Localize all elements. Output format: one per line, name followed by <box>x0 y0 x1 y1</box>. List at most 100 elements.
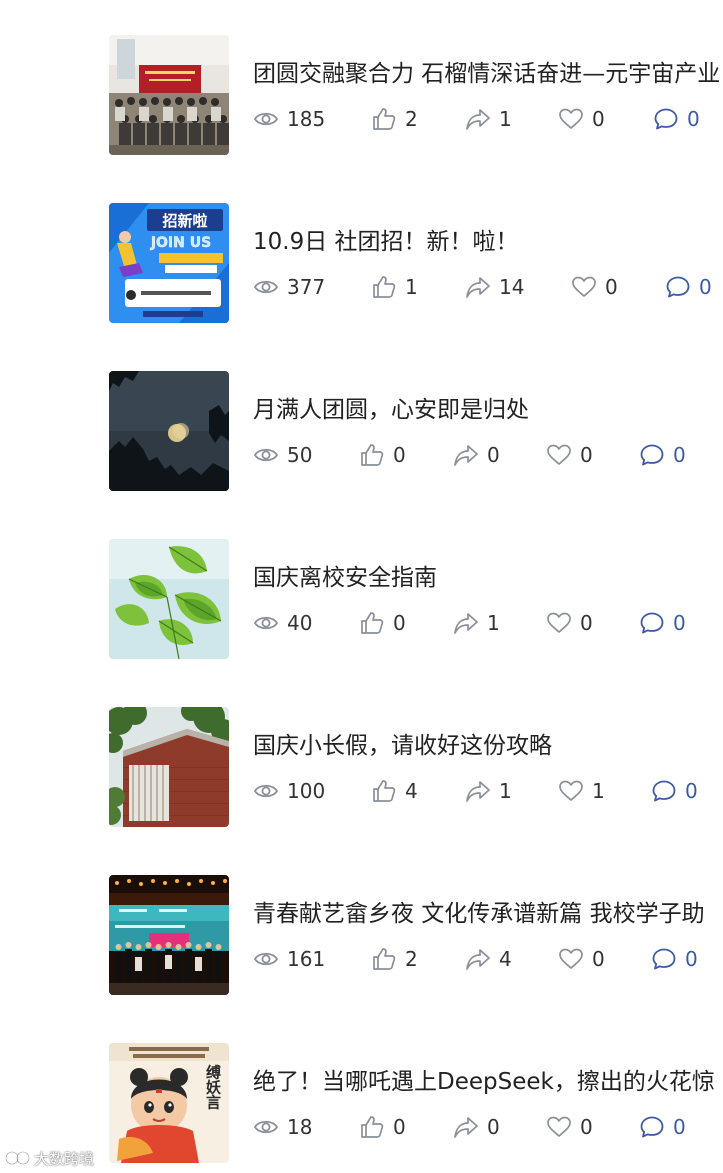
favorite-button[interactable]: 0 <box>546 608 593 638</box>
article-thumbnail[interactable] <box>109 707 229 827</box>
article-title[interactable]: 国庆离校安全指南 <box>253 562 723 594</box>
favorite-button[interactable]: 0 <box>558 944 605 974</box>
like-button[interactable]: 1 <box>371 272 418 302</box>
heart-icon <box>559 108 583 129</box>
article-thumbnail[interactable]: 招新啦 JOIN US <box>109 203 229 323</box>
article-title[interactable]: 青春献艺畲乡夜 文化传承谱新篇 我校学子助 <box>253 898 723 930</box>
heart-icon <box>572 276 596 297</box>
views-stat: 40 <box>253 608 312 638</box>
like-button[interactable]: 0 <box>359 1112 406 1142</box>
share-icon <box>454 445 478 466</box>
favorite-button[interactable]: 0 <box>546 440 593 470</box>
article-item[interactable]: 团圆交融聚合力 石榴情深话奋进—元宇宙产业 185 2 1 0 0 <box>0 0 723 155</box>
article-stats: 161 2 4 0 0 <box>253 944 723 974</box>
thumbs-up-icon <box>361 1116 384 1138</box>
like-button[interactable]: 2 <box>371 944 418 974</box>
article-item[interactable]: 国庆离校安全指南 40 0 1 0 0 <box>0 504 723 659</box>
heart-icon <box>559 948 583 969</box>
eye-icon <box>253 280 279 294</box>
cartoon-caption: 缚妖言 <box>204 1064 222 1111</box>
share-icon <box>466 781 490 802</box>
views-stat: 161 <box>253 944 325 974</box>
shares-count: 0 <box>487 1115 500 1139</box>
comment-button[interactable]: 0 <box>639 608 686 638</box>
share-button[interactable]: 1 <box>465 776 512 806</box>
shares-count: 1 <box>499 107 512 131</box>
article-title[interactable]: 月满人团圆，心安即是归处 <box>253 394 723 426</box>
share-button[interactable]: 1 <box>465 104 512 134</box>
favorite-button[interactable]: 0 <box>558 104 605 134</box>
article-thumbnail[interactable] <box>109 35 229 155</box>
like-button[interactable]: 0 <box>359 440 406 470</box>
comments-count: 0 <box>687 107 700 131</box>
comment-icon <box>652 948 676 970</box>
article-stats: 185 2 1 0 0 <box>253 104 723 134</box>
likes-count: 2 <box>405 107 418 131</box>
like-button[interactable]: 4 <box>371 776 418 806</box>
comment-button[interactable]: 0 <box>651 776 698 806</box>
nezha-cartoon-image: 缚妖言 <box>109 1043 229 1163</box>
views-stat: 18 <box>253 1112 312 1142</box>
comments-count: 0 <box>685 779 698 803</box>
article-title[interactable]: 团圆交融聚合力 石榴情深话奋进—元宇宙产业 <box>253 58 723 90</box>
article-item[interactable]: 缚妖言 绝了！当哪吒遇上DeepSeek，擦出的火花惊 18 0 0 0 0 <box>0 1008 723 1163</box>
article-item[interactable]: 月满人团圆，心安即是归处 50 0 0 0 0 <box>0 336 723 491</box>
comment-button[interactable]: 0 <box>639 1112 686 1142</box>
comment-button[interactable]: 0 <box>639 440 686 470</box>
likes-count: 0 <box>393 443 406 467</box>
article-item[interactable]: 国庆小长假，请收好这份攻略 100 4 1 1 0 <box>0 672 723 827</box>
thumbs-up-icon <box>373 108 396 130</box>
share-icon <box>454 1117 478 1138</box>
eye-icon <box>253 1120 279 1134</box>
poster-subheadline: JOIN US <box>150 235 211 251</box>
article-stats: 100 4 1 1 0 <box>253 776 723 806</box>
favorite-button[interactable]: 0 <box>546 1112 593 1142</box>
comments-count: 0 <box>673 443 686 467</box>
shares-count: 4 <box>499 947 512 971</box>
recruit-poster-image: 招新啦 JOIN US <box>109 203 229 323</box>
shares-count: 1 <box>499 779 512 803</box>
comment-button[interactable]: 0 <box>665 272 712 302</box>
article-title[interactable]: 10.9日 社团招！新！啦！ <box>253 226 723 258</box>
article-title[interactable]: 国庆小长假，请收好这份攻略 <box>253 730 723 762</box>
favorite-button[interactable]: 0 <box>571 272 618 302</box>
share-button[interactable]: 0 <box>453 1112 500 1142</box>
comment-icon <box>654 108 678 130</box>
eye-icon <box>253 952 279 966</box>
comments-count: 0 <box>699 275 712 299</box>
heart-icon <box>547 1116 571 1137</box>
favorites-count: 0 <box>592 947 605 971</box>
likes-count: 4 <box>405 779 418 803</box>
views-count: 18 <box>287 1115 313 1139</box>
article-thumbnail[interactable] <box>109 539 229 659</box>
views-stat: 377 <box>253 272 325 302</box>
views-stat: 50 <box>253 440 312 470</box>
eye-icon <box>253 112 279 126</box>
shares-count: 0 <box>487 443 500 467</box>
views-count: 185 <box>287 107 326 131</box>
favorites-count: 0 <box>580 1115 593 1139</box>
share-button[interactable]: 4 <box>465 944 512 974</box>
comment-button[interactable]: 0 <box>651 944 698 974</box>
comment-button[interactable]: 0 <box>653 104 700 134</box>
article-stats: 50 0 0 0 0 <box>253 440 723 470</box>
article-item[interactable]: 招新啦 JOIN US 10.9日 社团招！新！啦！ 377 1 14 0 0 <box>0 168 723 323</box>
share-button[interactable]: 0 <box>453 440 500 470</box>
share-button[interactable]: 1 <box>453 608 500 638</box>
like-button[interactable]: 0 <box>359 608 406 638</box>
comments-count: 0 <box>685 947 698 971</box>
article-thumbnail[interactable] <box>109 875 229 995</box>
shares-count: 14 <box>499 275 525 299</box>
favorite-button[interactable]: 1 <box>558 776 605 806</box>
thumbs-up-icon <box>361 612 384 634</box>
article-item[interactable]: 青春献艺畲乡夜 文化传承谱新篇 我校学子助 161 2 4 0 0 <box>0 840 723 995</box>
heart-icon <box>547 612 571 633</box>
thumbs-up-icon <box>373 276 396 298</box>
thumbs-up-icon <box>373 948 396 970</box>
share-button[interactable]: 14 <box>465 272 524 302</box>
group-photo-image <box>109 35 229 155</box>
article-title[interactable]: 绝了！当哪吒遇上DeepSeek，擦出的火花惊 <box>253 1066 723 1098</box>
article-thumbnail[interactable] <box>109 371 229 491</box>
article-thumbnail[interactable]: 缚妖言 <box>109 1043 229 1163</box>
like-button[interactable]: 2 <box>371 104 418 134</box>
